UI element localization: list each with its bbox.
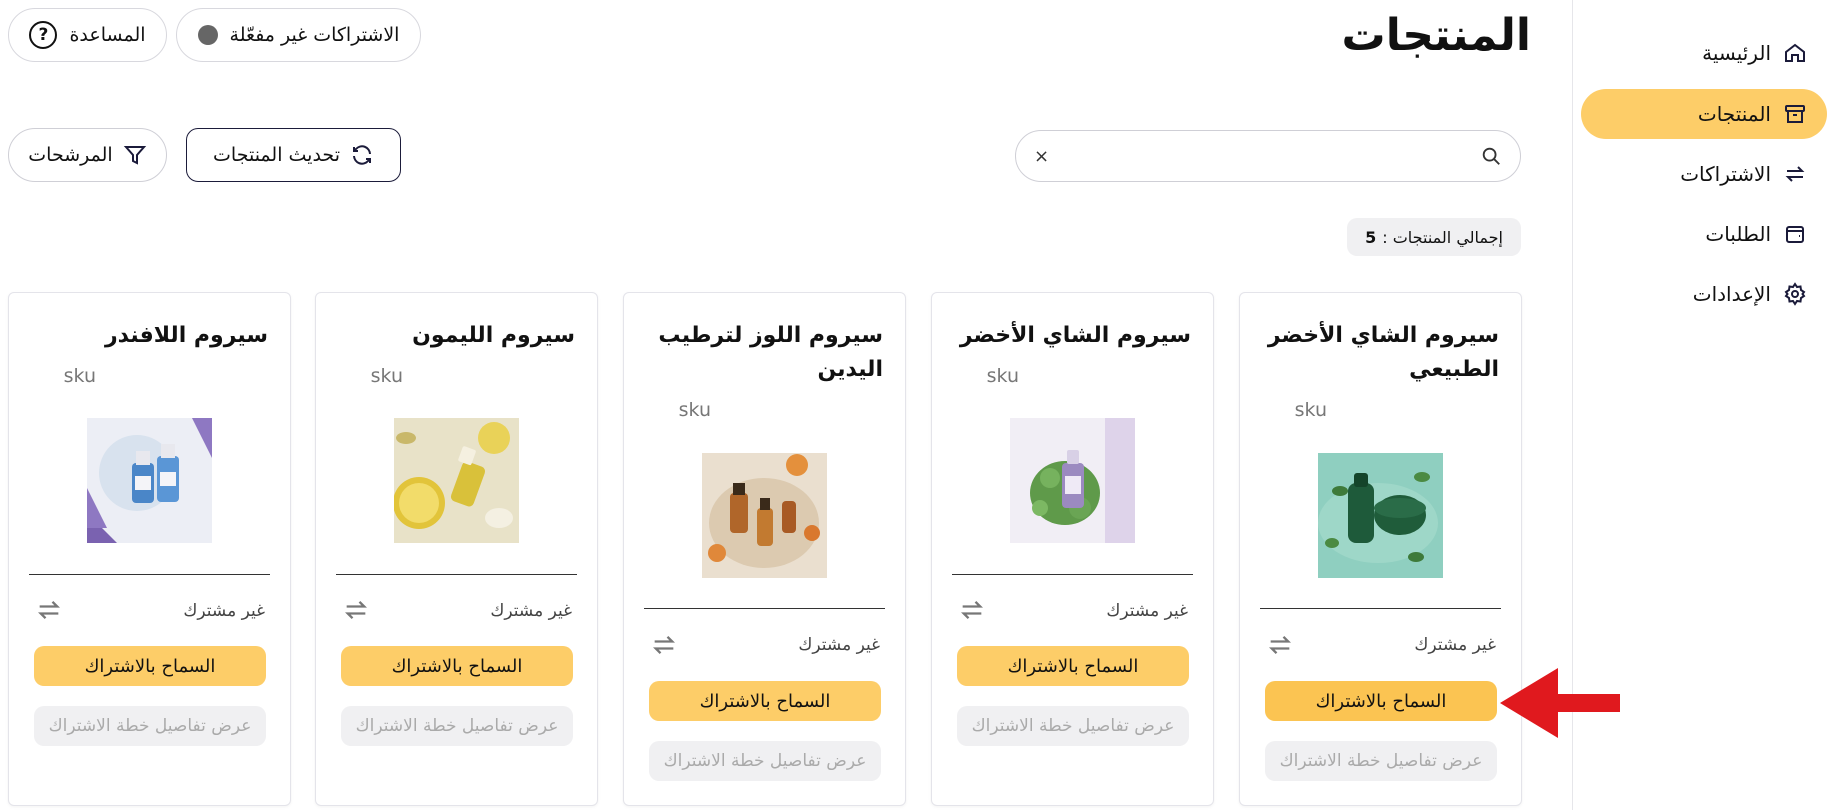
wallet-icon xyxy=(1786,226,1804,243)
sidebar-item-label: الرئيسية xyxy=(1702,41,1771,65)
subscription-status: غير مشترك xyxy=(490,601,572,621)
allow-subscription-button[interactable]: السماح بالاشتراك xyxy=(1265,681,1497,721)
product-card: سيروم الليمون sku غير مشترك السماح بالاش… xyxy=(315,292,598,806)
product-card: سيروم اللوز لترطيب اليدين sku غير مشترك … xyxy=(623,292,906,806)
product-name: سيروم اللافندر xyxy=(104,323,268,348)
subscription-status: غير مشترك xyxy=(183,601,265,621)
sidebar-item-label: الإعدادات xyxy=(1692,282,1771,306)
help-button[interactable]: المساعدة ? xyxy=(8,8,167,62)
product-image xyxy=(1318,453,1443,578)
subscription-toggle-icon[interactable] xyxy=(958,596,986,624)
sidebar-item-products[interactable]: المنتجات xyxy=(1581,89,1827,139)
total-count: 5 xyxy=(1365,227,1377,247)
product-name: سيروم الشاي الأخضر الطبيعي xyxy=(1267,323,1499,382)
subscription-toggle-icon[interactable] xyxy=(35,596,63,624)
sidebar-item-orders[interactable]: الطلبات xyxy=(1581,209,1827,259)
refresh-products-button[interactable]: تحديث المنتجات xyxy=(186,128,401,182)
allow-subscription-button[interactable]: السماح بالاشتراك xyxy=(649,681,881,721)
subscriptions-status-label: الاشتراكات غير مفعّلة xyxy=(229,24,400,46)
allow-subscription-button[interactable]: السماح بالاشتراك xyxy=(34,646,266,686)
sidebar-item-home[interactable]: الرئيسية xyxy=(1581,28,1827,78)
view-plan-details-button[interactable]: عرض تفاصيل خطة الاشتراك xyxy=(957,706,1189,746)
view-plan-details-button[interactable]: عرض تفاصيل خطة الاشتراك xyxy=(341,706,573,746)
product-sku: sku xyxy=(678,399,711,421)
view-plan-details-button[interactable]: عرض تفاصيل خطة الاشتراك xyxy=(34,706,266,746)
total-label: إجمالي المنتجات : xyxy=(1382,227,1503,247)
filter-funnel-icon xyxy=(123,146,146,165)
product-image xyxy=(702,453,827,578)
product-card: سيروم الشاي الأخضر الطبيعي sku غير مشترك… xyxy=(1239,292,1522,806)
product-image xyxy=(87,418,212,543)
product-sku: sku xyxy=(370,365,403,387)
product-image xyxy=(394,418,519,543)
product-name: سيروم اللوز لترطيب اليدين xyxy=(658,323,883,382)
help-label: المساعدة xyxy=(69,24,146,46)
subscription-toggle-icon[interactable] xyxy=(342,596,370,624)
sidebar-item-label: المنتجات xyxy=(1697,102,1771,126)
allow-subscription-button[interactable]: السماح بالاشتراك xyxy=(957,646,1189,686)
product-name: سيروم الشاي الأخضر xyxy=(959,323,1191,348)
sidebar-item-settings[interactable]: الإعدادات xyxy=(1581,269,1827,319)
product-name: سيروم الليمون xyxy=(412,323,575,348)
allow-subscription-button[interactable]: السماح بالاشتراك xyxy=(341,646,573,686)
card-divider xyxy=(952,574,1193,575)
refresh-products-label: تحديث المنتجات xyxy=(213,144,340,166)
sidebar-item-subscriptions[interactable]: الاشتراكات xyxy=(1581,149,1827,199)
filters-button[interactable]: المرشحات xyxy=(8,128,167,182)
subscription-status: غير مشترك xyxy=(1106,601,1188,621)
product-card: سيروم اللافندر sku غير مشترك السماح بالا… xyxy=(8,292,291,806)
archive-box-icon xyxy=(1785,105,1805,123)
subscriptions-status-toggle[interactable]: الاشتراكات غير مفعّلة xyxy=(176,8,421,62)
card-divider xyxy=(1260,608,1501,609)
annotation-arrow-icon xyxy=(1500,668,1620,738)
subscription-toggle-icon[interactable] xyxy=(1266,631,1294,659)
filters-label: المرشحات xyxy=(28,144,113,166)
product-card: سيروم الشاي الأخضر sku غير مشترك السماح … xyxy=(931,292,1214,806)
status-dot-icon xyxy=(197,25,218,45)
view-plan-details-button[interactable]: عرض تفاصيل خطة الاشتراك xyxy=(649,741,881,781)
products-total-badge: إجمالي المنتجات : 5 xyxy=(1347,218,1521,256)
product-sku: sku xyxy=(1294,399,1327,421)
subscription-toggle-icon[interactable] xyxy=(650,631,678,659)
subscription-status: غير مشترك xyxy=(1414,635,1496,655)
card-divider xyxy=(336,574,577,575)
sidebar-item-label: الطلبات xyxy=(1705,222,1771,246)
home-icon xyxy=(1785,43,1805,62)
view-plan-details-button[interactable]: عرض تفاصيل خطة الاشتراك xyxy=(1265,741,1497,781)
arrows-exchange-icon xyxy=(1785,166,1805,182)
product-sku: sku xyxy=(63,365,96,387)
search-icon xyxy=(1482,147,1500,165)
sidebar-item-label: الاشتراكات xyxy=(1680,162,1771,186)
search-input[interactable]: × xyxy=(1015,130,1521,182)
card-divider xyxy=(644,608,885,609)
card-divider xyxy=(29,574,270,575)
page-title: المنتجات xyxy=(1341,10,1531,61)
clear-search-icon[interactable]: × xyxy=(1034,146,1049,167)
refresh-icon xyxy=(353,145,371,165)
question-circle-icon: ? xyxy=(29,21,58,49)
gear-icon xyxy=(1784,282,1806,306)
product-image xyxy=(1010,418,1135,543)
product-sku: sku xyxy=(986,365,1019,387)
subscription-status: غير مشترك xyxy=(798,635,880,655)
